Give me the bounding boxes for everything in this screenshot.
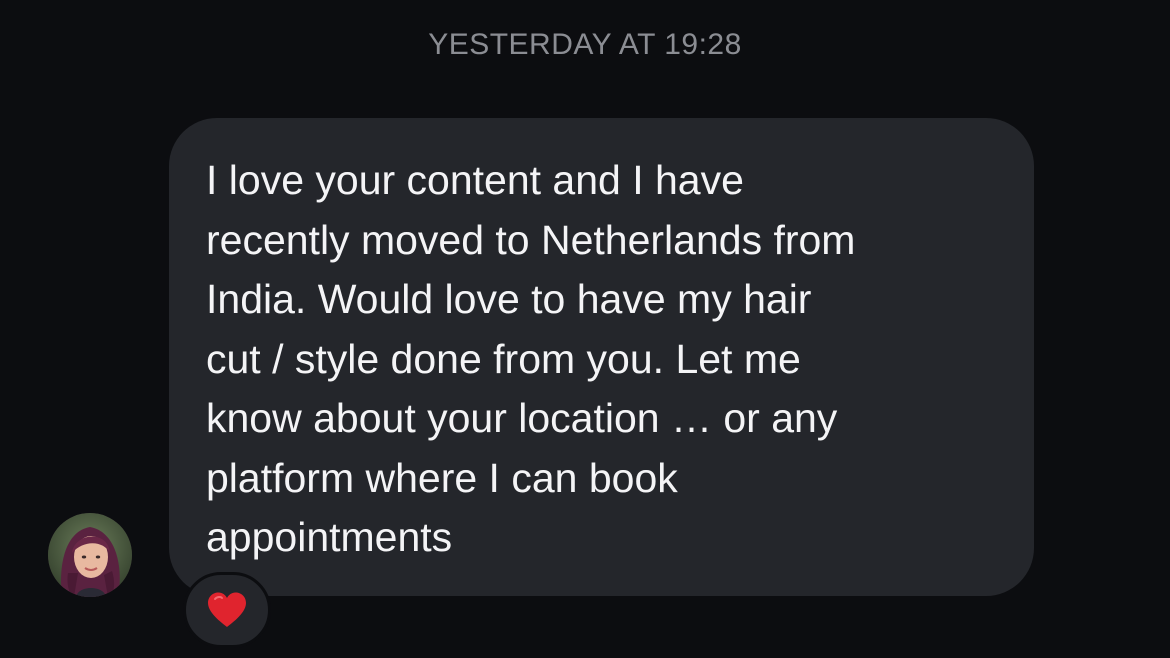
message-timestamp: YESTERDAY AT 19:28 bbox=[428, 28, 742, 61]
sender-avatar[interactable] bbox=[48, 513, 132, 597]
message-bubble[interactable]: I love your content and I have recently … bbox=[169, 118, 1034, 596]
message-text: I love your content and I have recently … bbox=[206, 157, 856, 560]
message-reaction[interactable] bbox=[183, 572, 271, 648]
avatar-photo-icon bbox=[48, 513, 132, 597]
heart-reaction-icon bbox=[208, 592, 246, 627]
